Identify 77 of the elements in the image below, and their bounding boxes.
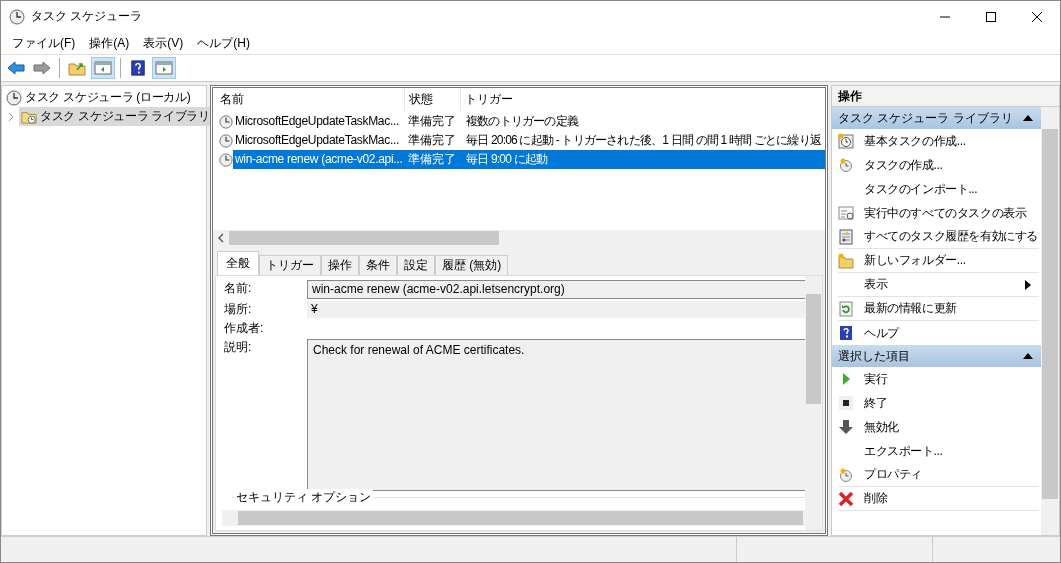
action-link[interactable]: ヘルプ	[864, 324, 899, 342]
vertical-scrollbar[interactable]	[805, 276, 822, 530]
clock-icon	[838, 133, 854, 149]
tab[interactable]: 操作	[321, 255, 359, 275]
action-link[interactable]: 実行	[864, 370, 888, 388]
collapse-icon[interactable]	[1023, 353, 1033, 359]
action-link[interactable]: 最新の情報に更新	[864, 300, 957, 317]
field-label: 場所:	[224, 301, 253, 318]
clock-icon	[838, 466, 854, 483]
tab[interactable]: 全般	[217, 251, 259, 275]
down-arrow-icon	[838, 419, 854, 435]
section-header[interactable]: 選択した項目	[832, 345, 1041, 367]
location-field: ¥	[307, 301, 805, 318]
action-link[interactable]: 実行中のすべてのタスクの表示	[864, 204, 1027, 222]
action-link[interactable]: 新しいフォルダー...	[864, 252, 966, 269]
menu-item[interactable]: 操作(A)	[82, 34, 137, 52]
tab[interactable]: 設定	[397, 255, 435, 275]
action-link[interactable]: 表示	[864, 276, 888, 293]
menu-item[interactable]: ファイル(F)	[5, 34, 83, 52]
action-link[interactable]: 終了	[864, 394, 888, 412]
table-cell[interactable]: 毎日 9:00 に起動	[461, 150, 825, 169]
name-field[interactable]: win-acme renew (acme-v02.api.letsencrypt.org)	[307, 280, 805, 299]
pane-toggle-button[interactable]	[91, 57, 115, 79]
action-link[interactable]: 無効化	[864, 418, 899, 436]
horizontal-scrollbar[interactable]	[213, 230, 825, 246]
action-link[interactable]: タスクの作成...	[864, 156, 943, 174]
panel-title: 操作	[832, 86, 1059, 107]
clock-icon	[838, 157, 854, 173]
table-cell[interactable]: 複数のトリガーの定義	[461, 112, 825, 131]
action-link[interactable]: 基本タスクの作成...	[864, 132, 966, 150]
vertical-scrollbar[interactable]	[1041, 107, 1059, 535]
action-link[interactable]: エクスポート...	[864, 442, 943, 460]
description-field[interactable]: Check for renewal of ACME certificates.	[307, 339, 805, 491]
column-header[interactable]: 名前	[216, 88, 405, 111]
action-link[interactable]: プロパティ	[864, 466, 922, 483]
field-label: 名前:	[224, 280, 253, 297]
list-icon	[838, 205, 854, 221]
tab[interactable]: 履歴 (無効)	[435, 255, 509, 275]
delete-icon	[838, 490, 854, 507]
table-cell[interactable]: 毎日 20:06 に起動 - トリガーされた後、1 日間 の間 1 時間 ごとに繰り返	[461, 131, 825, 150]
action-link[interactable]: 削除	[864, 490, 888, 507]
clock-icon	[219, 114, 233, 129]
menu-item[interactable]: 表示(V)	[136, 34, 191, 52]
document-icon	[838, 228, 854, 245]
table-cell[interactable]: MicrosoftEdgeUpdateTaskMac...	[233, 131, 405, 150]
clock-icon	[219, 133, 233, 148]
refresh-icon	[838, 300, 854, 317]
table-cell[interactable]: 準備完了	[405, 112, 461, 131]
column-header[interactable]: 状態	[405, 88, 461, 111]
help-icon	[838, 325, 854, 341]
clock-icon	[219, 152, 233, 167]
column-header[interactable]: トリガー	[461, 88, 825, 111]
table-cell[interactable]: win-acme renew (acme-v02.api...	[233, 150, 405, 169]
action-link[interactable]: すべてのタスク履歴を有効にする	[864, 228, 1038, 245]
clock-icon	[9, 8, 25, 25]
tab[interactable]: トリガー	[259, 255, 321, 275]
clock-icon	[6, 89, 22, 106]
field-label: 説明:	[224, 339, 253, 356]
pane-toggle-button[interactable]	[152, 57, 176, 79]
menu-item[interactable]: ヘルプ(H)	[190, 34, 257, 52]
group-label: セキュリティ オプション	[234, 489, 374, 506]
action-link[interactable]: タスクのインポート...	[864, 180, 978, 198]
folder-icon	[838, 252, 854, 269]
stop-icon	[838, 395, 854, 411]
table-cell[interactable]: MicrosoftEdgeUpdateTaskMac...	[233, 112, 405, 131]
horizontal-scrollbar[interactable]	[222, 510, 805, 526]
submenu-arrow-icon[interactable]	[1025, 279, 1031, 290]
tab[interactable]: 条件	[359, 255, 397, 275]
tree-item[interactable]: タスク スケジューラ (ローカル)	[4, 88, 204, 107]
table-cell[interactable]: 準備完了	[405, 150, 461, 169]
field-label: 作成者:	[224, 320, 265, 337]
section-header[interactable]: タスク スケジューラ ライブラリ	[832, 107, 1041, 129]
window-title: タスク スケジューラ	[31, 8, 143, 25]
collapse-icon[interactable]	[1023, 115, 1033, 121]
tree-item[interactable]: タスク スケジューラ ライブラリ	[19, 107, 212, 126]
table-cell[interactable]: 準備完了	[405, 131, 461, 150]
chevron-icon[interactable]	[7, 112, 15, 121]
